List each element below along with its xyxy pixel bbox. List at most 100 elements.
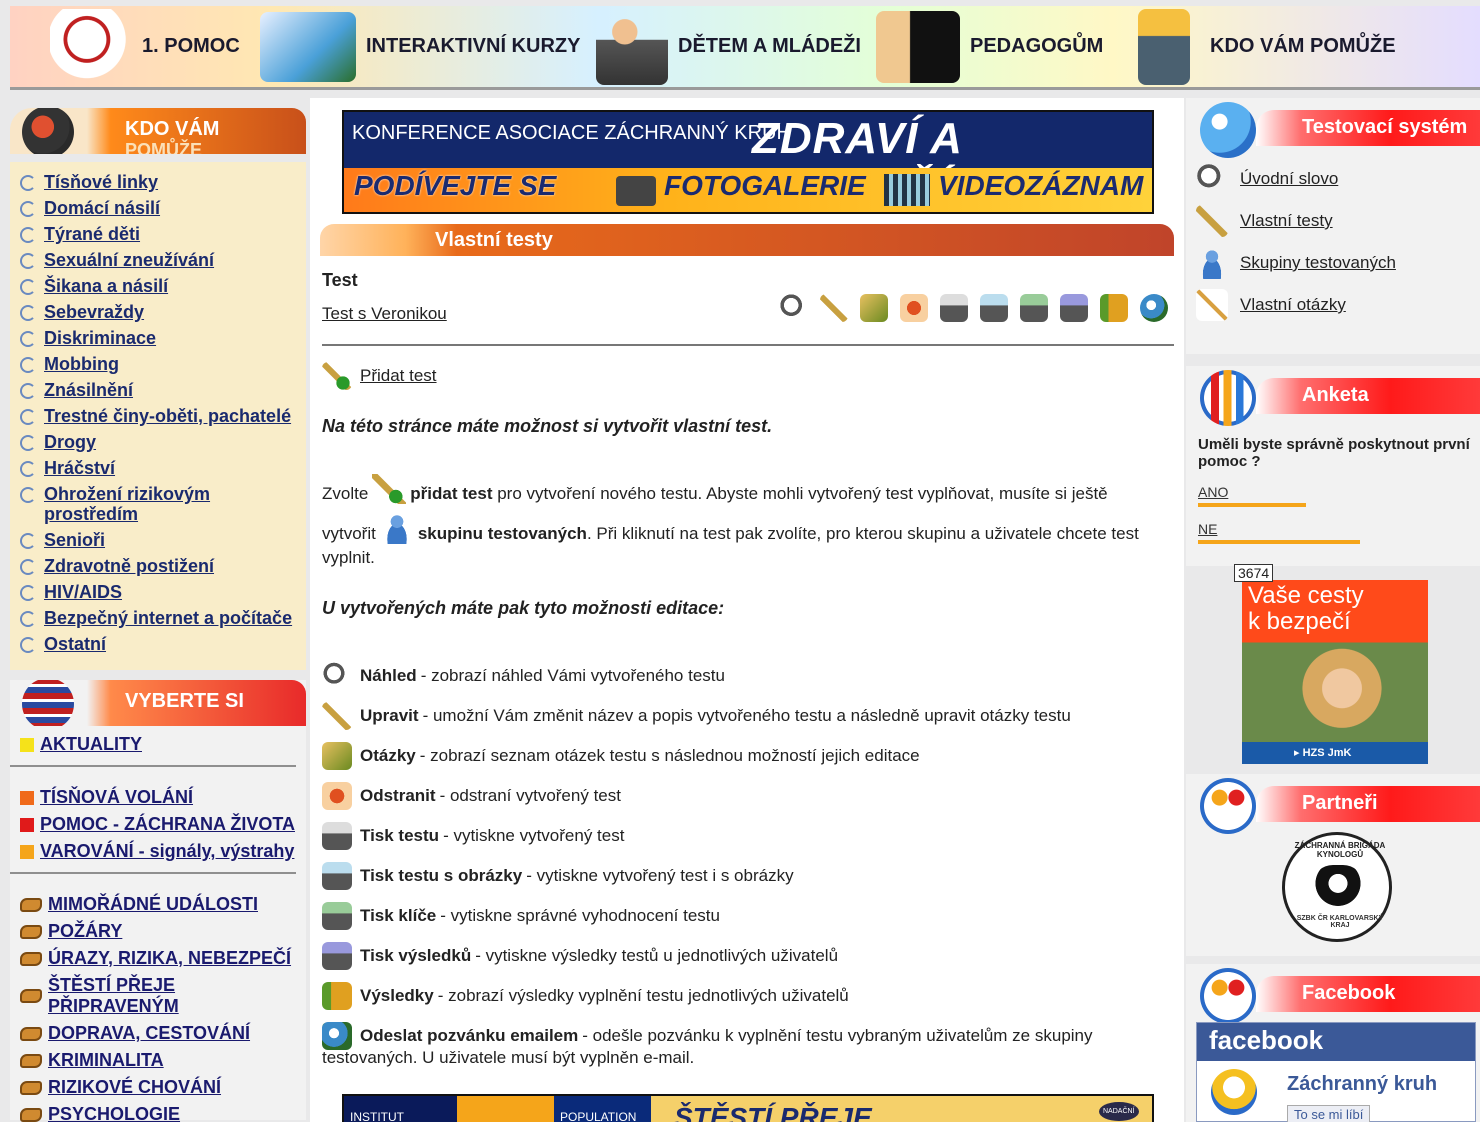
topic-list-item[interactable]: DOPRAVA, CESTOVÁNÍ (20, 1023, 300, 1044)
hands-icon (20, 951, 42, 966)
choose-link[interactable]: VAROVÁNÍ - signály, výstrahy (40, 841, 294, 862)
help-list-item[interactable]: Hráčství (18, 458, 300, 478)
print-results-icon[interactable] (1060, 294, 1088, 322)
topic-list-item[interactable]: POŽÁRY (20, 921, 300, 942)
help-link[interactable]: Ohrožení rizikovým prostředím (44, 484, 300, 524)
edit-icon[interactable] (820, 294, 848, 322)
help-list-item[interactable]: Ohrožení rizikovým prostředím (18, 484, 300, 524)
choose-list-item[interactable]: TÍSŇOVÁ VOLÁNÍ (20, 787, 300, 808)
topic-link[interactable]: RIZIKOVÉ CHOVÁNÍ (48, 1077, 221, 1098)
help-link[interactable]: Drogy (44, 432, 96, 452)
topic-list-item[interactable]: MIMOŘÁDNÉ UDÁLOSTI (20, 894, 300, 915)
testing-link-row[interactable]: Úvodní slovo (1186, 158, 1480, 200)
conference-banner[interactable]: KONFERENCE ASOCIACE ZÁCHRANNÝ KRUH ZDRAV… (342, 110, 1154, 214)
choose-list-item[interactable]: POMOC - ZÁCHRANA ŽIVOTA (20, 814, 300, 835)
choose-link[interactable]: TÍSŇOVÁ VOLÁNÍ (40, 787, 193, 808)
questions-icon[interactable] (860, 294, 888, 322)
delete-icon[interactable] (900, 294, 928, 322)
topic-list-item[interactable]: RIZIKOVÉ CHOVÁNÍ (20, 1077, 300, 1098)
testing-link-row[interactable]: Vlastní otázky (1186, 284, 1480, 326)
topic-link[interactable]: MIMOŘÁDNÉ UDÁLOSTI (48, 894, 258, 915)
help-list-item[interactable]: Znásilnění (18, 380, 300, 400)
banner-video[interactable]: VIDEOZÁZNAM (938, 170, 1143, 202)
help-link[interactable]: Domácí násilí (44, 198, 160, 218)
print-images-icon[interactable] (980, 294, 1008, 322)
help-list-item[interactable]: Šikana a násilí (18, 276, 300, 296)
help-link[interactable]: Senioři (44, 530, 105, 550)
help-link[interactable]: Znásilnění (44, 380, 133, 400)
help-list-item[interactable]: Sexuální zneužívání (18, 250, 300, 270)
help-list-item[interactable]: Domácí násilí (18, 198, 300, 218)
help-list-item[interactable]: HIV/AIDS (18, 582, 300, 602)
poll-answer-yes[interactable]: ANO (1198, 484, 1228, 500)
testing-link[interactable]: Vlastní testy (1240, 211, 1333, 231)
test-link[interactable]: Test s Veronikou (322, 304, 447, 324)
topic-link[interactable]: KRIMINALITA (48, 1050, 164, 1071)
help-link[interactable]: Bezpečný internet a počítače (44, 608, 292, 628)
facebook-page-link[interactable]: Záchranný kruh (1287, 1073, 1437, 1096)
topic-link[interactable]: ÚRAZY, RIZIKA, NEBEZPEČÍ (48, 948, 291, 969)
option-name: Odstranit (360, 786, 436, 805)
choose-link[interactable]: POMOC - ZÁCHRANA ŽIVOTA (40, 814, 295, 835)
results-icon[interactable] (1100, 294, 1128, 322)
help-link[interactable]: Šikana a násilí (44, 276, 168, 296)
send-invite-icon[interactable] (1140, 294, 1168, 322)
topic-link[interactable]: POŽÁRY (48, 921, 122, 942)
safety-ad[interactable]: 3674 Vaše cesty k bezpečí ▸ HZS JmK (1234, 564, 1428, 764)
testing-link[interactable]: Úvodní slovo (1240, 169, 1338, 189)
facebook-like-button[interactable]: To se mi líbí (1287, 1105, 1371, 1122)
topic-link[interactable]: PSYCHOLOGIE (48, 1104, 180, 1122)
help-list-item[interactable]: Sebevraždy (18, 302, 300, 322)
print-key-icon[interactable] (1020, 294, 1048, 322)
topic-list-item[interactable]: PSYCHOLOGIE (20, 1104, 300, 1122)
testing-link[interactable]: Skupiny testovaných (1240, 253, 1396, 273)
help-link[interactable]: Zdravotně postižení (44, 556, 214, 576)
help-link[interactable]: Mobbing (44, 354, 119, 374)
testing-link-row[interactable]: Vlastní testy (1186, 200, 1480, 242)
help-list-item[interactable]: Diskriminace (18, 328, 300, 348)
testing-link[interactable]: Vlastní otázky (1240, 295, 1346, 315)
nav-first-aid[interactable]: 1. POMOC (10, 6, 260, 87)
bottom-banner[interactable]: INSTITUT POPULATION ŠTĚSTÍ PŘEJE NADAČNÍ (342, 1094, 1154, 1122)
nav-who-helps[interactable]: KDO VÁM POMŮŽE (1138, 6, 1468, 87)
help-link[interactable]: Trestné činy-oběti, pachatelé (44, 406, 291, 426)
help-list-item[interactable]: Ostatní (18, 634, 300, 654)
preview-icon[interactable] (780, 294, 808, 322)
nav-label: INTERAKTIVNÍ KURZY (366, 35, 581, 57)
choose-list-item[interactable]: VAROVÁNÍ - signály, výstrahy (20, 841, 300, 862)
square-icon (20, 737, 34, 752)
help-list-item[interactable]: Zdravotně postižení (18, 556, 300, 576)
help-link[interactable]: Sexuální zneužívání (44, 250, 214, 270)
print-icon[interactable] (940, 294, 968, 322)
nav-kids-youth[interactable]: DĚTEM A MLÁDEŽI (596, 6, 876, 87)
partner-logo[interactable]: ZÁCHRANNÁ BRIGÁDA KYNOLOGŮ SZBK ČR KARLO… (1282, 832, 1392, 942)
help-list-item[interactable]: Bezpečný internet a počítače (18, 608, 300, 628)
topic-link[interactable]: ŠTĚSTÍ PŘEJE PŘIPRAVENÝM (48, 975, 300, 1017)
add-test-link[interactable]: Přidat test (360, 366, 437, 386)
help-link[interactable]: Týrané děti (44, 224, 140, 244)
nav-interactive-courses[interactable]: INTERAKTIVNÍ KURZY (260, 6, 596, 87)
nav-teachers[interactable]: PEDAGOGŮM (876, 6, 1138, 87)
topic-list-item[interactable]: ŠTĚSTÍ PŘEJE PŘIPRAVENÝM (20, 975, 300, 1017)
help-link[interactable]: Tísňové linky (44, 172, 158, 192)
testing-link-row[interactable]: Skupiny testovaných (1186, 242, 1480, 284)
help-link[interactable]: Hráčství (44, 458, 115, 478)
topic-link[interactable]: DOPRAVA, CESTOVÁNÍ (48, 1023, 250, 1044)
paragraph-line-1: Zvolte přidat test pro vytvoření nového … (322, 474, 1174, 504)
help-link[interactable]: Ostatní (44, 634, 106, 654)
help-list-item[interactable]: Drogy (18, 432, 300, 452)
poll-answer-no[interactable]: NE (1198, 521, 1217, 537)
help-list-item[interactable]: Mobbing (18, 354, 300, 374)
topic-list-item[interactable]: KRIMINALITA (20, 1050, 300, 1071)
help-list-item[interactable]: Týrané děti (18, 224, 300, 244)
help-list-item[interactable]: Senioři (18, 530, 300, 550)
help-list-item[interactable]: Trestné činy-oběti, pachatelé (18, 406, 300, 426)
choose-link[interactable]: AKTUALITY (40, 734, 142, 755)
help-link[interactable]: HIV/AIDS (44, 582, 122, 602)
choose-list-item[interactable]: AKTUALITY (20, 734, 300, 755)
help-link[interactable]: Diskriminace (44, 328, 156, 348)
topic-list-item[interactable]: ÚRAZY, RIZIKA, NEBEZPEČÍ (20, 948, 300, 969)
help-list-item[interactable]: Tísňové linky (18, 172, 300, 192)
banner-photo-gallery[interactable]: FOTOGALERIE (664, 170, 866, 202)
help-link[interactable]: Sebevraždy (44, 302, 144, 322)
